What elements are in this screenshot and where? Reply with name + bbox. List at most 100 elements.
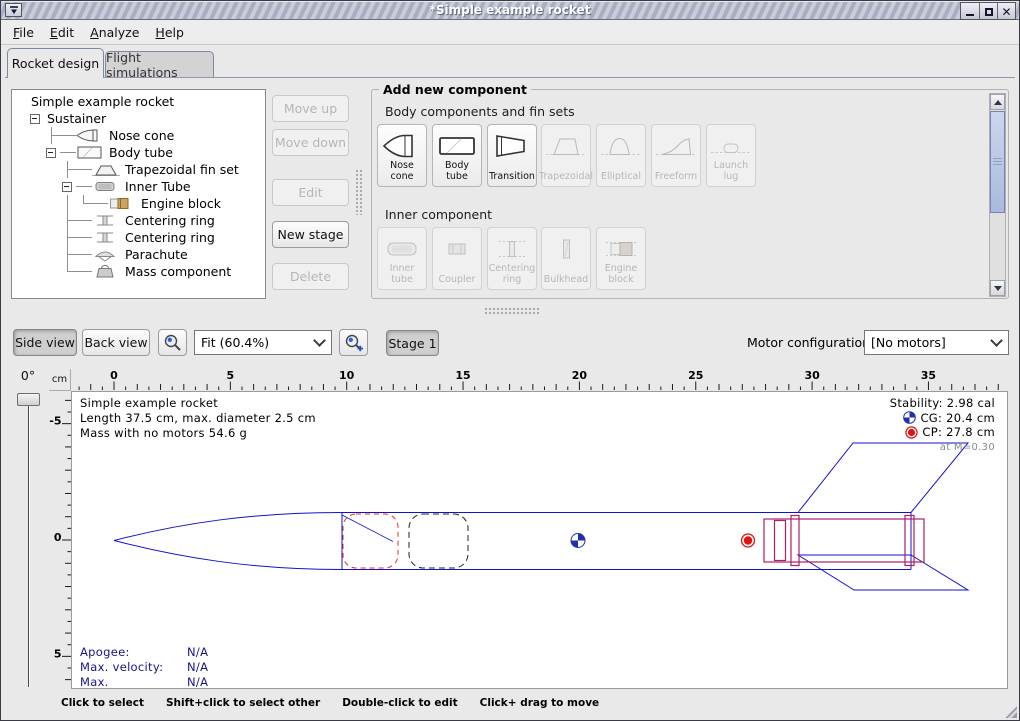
zoom-in-button[interactable] — [339, 329, 368, 356]
svg-text:25: 25 — [688, 369, 703, 382]
tree-item-inner-tube[interactable]: Inner Tube — [12, 178, 265, 195]
bulkhead-icon — [545, 234, 587, 264]
flight-summary: Apogee:N/AMax. velocity:N/AMax. accelera… — [80, 645, 208, 689]
status-hint: Shift+click to select other — [166, 697, 320, 709]
component-button-label: Transition — [489, 172, 535, 186]
side-view-button[interactable]: Side view — [13, 329, 77, 356]
maximize-button[interactable] — [979, 3, 997, 19]
fin-trapezoid-icon — [92, 162, 122, 178]
cg-icon — [903, 411, 916, 424]
tab-flight-simulations[interactable]: Flight simulations — [105, 51, 214, 78]
flight-value: N/A — [187, 660, 208, 675]
magnifier-plus-icon — [343, 333, 365, 353]
coupler-icon — [436, 234, 478, 264]
nose-cone-icon — [381, 131, 423, 161]
svg-text:5: 5 — [227, 369, 235, 382]
menu-item-analyze[interactable]: Analyze — [82, 22, 147, 43]
tree-item-label: Body tube — [106, 145, 173, 160]
tree-item-sustainer[interactable]: Sustainer — [12, 110, 265, 127]
add-nose-cone-button[interactable]: Nose cone — [377, 124, 427, 187]
scrollbar-thumb[interactable] — [990, 111, 1005, 213]
tree-item-centering-ring[interactable]: Centering ring — [12, 212, 265, 229]
tab-underline — [5, 77, 1015, 78]
centering-ring-icon — [491, 234, 533, 264]
tree-item-nose-cone[interactable]: Nose cone — [12, 127, 265, 144]
cp-marker — [742, 534, 755, 547]
add-elliptical-button: Elliptical — [596, 124, 646, 187]
rocket-info: Simple example rocketLength 37.5 cm, max… — [80, 396, 316, 441]
maximize-icon — [985, 8, 993, 16]
delete-button: Delete — [272, 263, 349, 290]
cg-marker — [571, 534, 585, 548]
tree-item-label: Centering ring — [122, 213, 215, 228]
rocket-info-line: Simple example rocket — [80, 396, 316, 411]
tab-rocket-design[interactable]: Rocket design — [7, 48, 104, 78]
menu-bar: FileEditAnalyzeHelp — [1, 20, 1019, 45]
menu-item-help[interactable]: Help — [147, 22, 192, 43]
arrow-down-icon — [994, 286, 1002, 291]
scroll-up-button[interactable] — [990, 94, 1005, 110]
tree-item-trapezoidal-fin-set[interactable]: Trapezoidal fin set — [12, 161, 265, 178]
rocket-info-line: Mass with no motors 54.6 g — [80, 426, 316, 441]
tree-item-label: Nose cone — [106, 128, 174, 143]
zoom-out-button[interactable] — [158, 329, 187, 356]
rotation-slider-track[interactable] — [28, 401, 29, 687]
fin-outlines — [798, 443, 968, 590]
tree-item-engine-block[interactable]: Engine block — [12, 195, 265, 212]
add-transition-button[interactable]: Transition — [487, 124, 537, 187]
rocket-canvas[interactable]: Simple example rocketLength 37.5 cm, max… — [71, 391, 1008, 689]
status-hint: Click to select — [61, 697, 144, 709]
tree-item-centering-ring[interactable]: Centering ring — [12, 229, 265, 246]
new-stage-button[interactable]: New stage — [272, 221, 349, 248]
add-bulkhead-button: Bulkhead — [541, 227, 591, 290]
stage-1-toggle[interactable]: Stage 1 — [386, 330, 439, 356]
inner-tube-icon — [92, 179, 122, 195]
tree-item-body-tube[interactable]: Body tube — [12, 144, 265, 161]
stability-info: Stability: 2.98 cal CG: 20.4 cm CP: 27.8… — [890, 396, 995, 455]
add-body-tube-button[interactable]: Body tube — [432, 124, 482, 187]
vertical-split-grip[interactable] — [355, 169, 364, 215]
chevron-down-icon — [313, 334, 326, 347]
rotation-slider-thumb[interactable] — [17, 393, 40, 406]
tree-item-mass-component[interactable]: Mass component — [12, 263, 265, 280]
menu-item-file[interactable]: File — [5, 22, 42, 43]
tree-item-simple-example-rocket[interactable]: Simple example rocket — [12, 93, 265, 110]
vertical-ruler: -505 — [49, 391, 71, 689]
horizontal-split-grip[interactable] — [484, 307, 539, 316]
minimize-button[interactable] — [961, 3, 979, 19]
centering-ring-icon — [92, 213, 122, 229]
mass-component-outline — [409, 514, 468, 568]
tree-item-label: Parachute — [122, 247, 188, 262]
component-button-label: Nose cone — [378, 161, 426, 186]
parachute-outline — [343, 514, 398, 568]
component-tree[interactable]: Simple example rocketSustainerNose cone B… — [11, 89, 266, 299]
back-view-button[interactable]: Back view — [82, 329, 150, 356]
component-button-label: Launch lug — [707, 161, 755, 186]
close-button[interactable]: ✕ — [997, 3, 1015, 19]
title-bar[interactable]: *Simple example rocket ✕ — [1, 1, 1019, 20]
system-menu-button[interactable] — [5, 3, 22, 17]
inner-components-outline — [764, 516, 924, 566]
zoom-level-combobox[interactable]: Fit (60.4%) — [194, 330, 332, 355]
flight-value: N/A — [187, 675, 208, 689]
component-button-label: Centering ring — [488, 264, 536, 289]
status-hint: Click+ drag to move — [480, 697, 600, 709]
svg-text:-5: -5 — [49, 415, 61, 428]
flight-label: Max. velocity: — [80, 660, 187, 675]
component-panel-scrollbar[interactable] — [989, 93, 1006, 297]
menu-item-edit[interactable]: Edit — [42, 22, 82, 43]
motor-configuration-combobox[interactable]: [No motors] — [864, 330, 1009, 355]
tree-item-label: Trapezoidal fin set — [122, 162, 239, 177]
resize-grip-icon[interactable] — [1004, 705, 1017, 718]
body-tube-outline — [342, 513, 911, 570]
cg-value: CG: 20.4 cm — [920, 411, 995, 426]
horizontal-ruler: 05101520253035 — [71, 369, 1008, 391]
magnifier-icon — [162, 333, 184, 353]
tree-item-parachute[interactable]: Parachute — [12, 246, 265, 263]
zoom-level-value: Fit (60.4%) — [201, 335, 269, 350]
engine-block-icon — [108, 196, 138, 212]
cp-icon — [905, 426, 918, 439]
close-icon: ✕ — [1001, 5, 1011, 19]
scroll-down-button[interactable] — [990, 280, 1005, 296]
component-button-label: Bulkhead — [544, 275, 588, 289]
